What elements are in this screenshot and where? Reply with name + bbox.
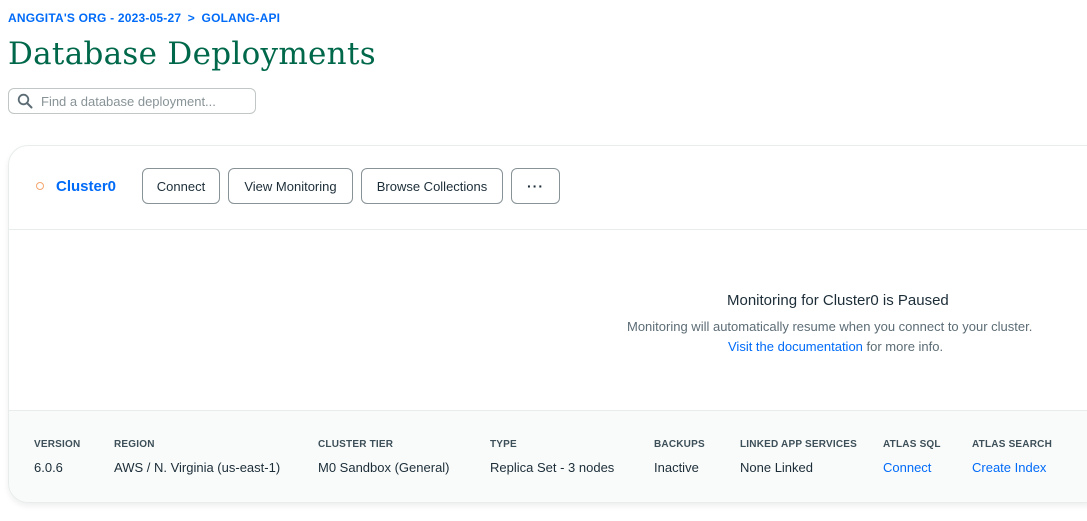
monitoring-paused-panel: Monitoring for Cluster0 is Paused Monito…: [9, 230, 1087, 410]
cluster-name-link[interactable]: Cluster0: [56, 178, 116, 195]
view-monitoring-button[interactable]: View Monitoring: [228, 168, 353, 204]
detail-label: LINKED APP SERVICES: [740, 439, 857, 450]
detail-label: BACKUPS: [654, 439, 705, 450]
breadcrumb: ANGGITA'S ORG - 2023-05-27 > GOLANG-API: [8, 11, 280, 25]
browse-collections-button[interactable]: Browse Collections: [361, 168, 503, 204]
search-box[interactable]: [8, 88, 256, 114]
detail-atlas-sql: ATLAS SQL Connect: [883, 439, 941, 475]
monitoring-doc-line: Visit the documentation for more info.: [728, 339, 943, 354]
page-title: Database Deployments: [8, 36, 376, 72]
detail-type: TYPE Replica Set - 3 nodes: [490, 439, 614, 475]
search-icon: [17, 93, 33, 109]
detail-atlas-search: ATLAS SEARCH Create Index: [972, 439, 1052, 475]
detail-backups: BACKUPS Inactive: [654, 439, 705, 475]
detail-value: Inactive: [654, 460, 699, 475]
detail-label: ATLAS SEARCH: [972, 439, 1052, 450]
detail-label: REGION: [114, 439, 155, 450]
detail-value: None Linked: [740, 460, 813, 475]
breadcrumb-separator: >: [187, 11, 195, 25]
cluster-card-header: Cluster0 Connect View Monitoring Browse …: [9, 146, 1087, 230]
detail-label: TYPE: [490, 439, 517, 450]
status-dot-icon: [36, 182, 44, 190]
monitoring-title: Monitoring for Cluster0 is Paused: [727, 292, 949, 309]
connect-button[interactable]: Connect: [142, 168, 220, 204]
breadcrumb-current[interactable]: GOLANG-API: [202, 11, 281, 25]
search-input[interactable]: [41, 93, 241, 109]
atlas-sql-connect-link[interactable]: Connect: [883, 460, 941, 475]
detail-label: CLUSTER TIER: [318, 439, 394, 450]
monitoring-subtitle: Monitoring will automatically resume whe…: [627, 319, 1033, 334]
detail-region: REGION AWS / N. Virginia (us-east-1): [114, 439, 280, 475]
cluster-details: VERSION 6.0.6 REGION AWS / N. Virginia (…: [9, 410, 1087, 502]
create-index-link[interactable]: Create Index: [972, 460, 1052, 475]
detail-value: 6.0.6: [34, 460, 63, 475]
detail-label: ATLAS SQL: [883, 439, 941, 450]
cluster-card: Cluster0 Connect View Monitoring Browse …: [8, 145, 1087, 503]
detail-value: AWS / N. Virginia (us-east-1): [114, 460, 281, 475]
detail-cluster-tier: CLUSTER TIER M0 Sandbox (General): [318, 439, 450, 475]
detail-label: VERSION: [34, 439, 81, 450]
detail-version: VERSION 6.0.6: [34, 439, 80, 475]
documentation-link[interactable]: Visit the documentation: [728, 339, 863, 354]
detail-linked-app-services: LINKED APP SERVICES None Linked: [740, 439, 857, 475]
ellipsis-icon[interactable]: ···: [511, 168, 560, 204]
detail-value: M0 Sandbox (General): [318, 460, 450, 475]
breadcrumb-org-project[interactable]: ANGGITA'S ORG - 2023-05-27: [8, 11, 181, 25]
documentation-suffix: for more info.: [862, 339, 944, 354]
detail-value: Replica Set - 3 nodes: [490, 460, 615, 475]
